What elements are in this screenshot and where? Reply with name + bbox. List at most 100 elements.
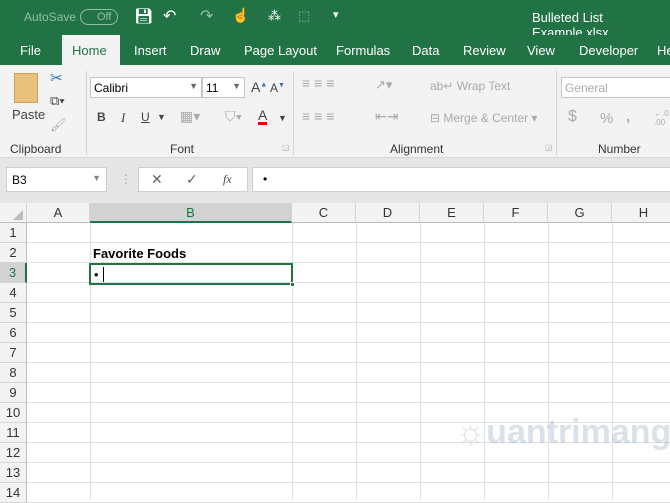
number-format-select[interactable]: General (561, 77, 670, 98)
redo-icon[interactable]: ↷ (200, 6, 213, 26)
fill-color-icon[interactable]: ⛉▾ (225, 108, 242, 125)
clipboard-group-label: Clipboard (10, 142, 61, 156)
row-header-11[interactable]: 11 (0, 423, 27, 443)
row-header-2[interactable]: 2 (0, 243, 27, 263)
name-box[interactable]: B3▼ (6, 167, 107, 192)
indent-icons[interactable]: ⇤⇥ (375, 108, 398, 125)
cancel-icon[interactable]: ✕ (151, 171, 163, 188)
row-header-7[interactable]: 7 (0, 343, 27, 363)
tab-view[interactable]: View (527, 43, 555, 58)
column-header-a[interactable]: A (27, 203, 90, 223)
tab-page-layout[interactable]: Page Layout (244, 43, 317, 58)
hierarchy-icon[interactable]: ⁂ (268, 8, 281, 24)
save-icon[interactable]: 💾︎ (134, 7, 153, 25)
insert-function-button[interactable]: fx (223, 172, 232, 187)
row-header-4[interactable]: 4 (0, 283, 27, 303)
font-name-value: Calibri (94, 81, 128, 95)
ribbon-tabs: File Home Insert Draw Page Layout Formul… (0, 35, 670, 65)
font-group-label: Font (170, 142, 194, 156)
active-cell-b3[interactable]: • (89, 263, 293, 285)
row-header-6[interactable]: 6 (0, 323, 27, 343)
column-header-b[interactable]: B (90, 203, 292, 223)
comma-button[interactable]: , (626, 108, 630, 125)
increase-decimal-icon[interactable]: ←.0.00 (654, 109, 669, 127)
enter-icon[interactable]: ✓ (186, 171, 198, 188)
cut-icon[interactable]: ✂ (50, 69, 63, 87)
watermark: ☼uantrimang (455, 413, 670, 452)
font-color-icon[interactable]: A (258, 108, 267, 125)
tab-formulas[interactable]: Formulas (336, 43, 390, 58)
font-size-select[interactable]: 11▼ (202, 77, 245, 98)
row-header-9[interactable]: 9 (0, 383, 27, 403)
formula-input[interactable]: • (252, 167, 670, 192)
number-group-label: Number (598, 142, 641, 156)
increase-font-icon[interactable]: A▲ (251, 79, 267, 95)
select-all-button[interactable] (0, 203, 27, 223)
tab-draw[interactable]: Draw (190, 43, 220, 58)
currency-button[interactable]: $ (568, 108, 577, 126)
italic-button[interactable]: I (121, 110, 125, 126)
tab-file[interactable]: File (20, 43, 41, 58)
row-header-14[interactable]: 14 (0, 483, 27, 503)
autosave-toggle[interactable]: Off (80, 9, 118, 25)
cell-b2[interactable]: Favorite Foods (93, 246, 186, 261)
row-header-8[interactable]: 8 (0, 363, 27, 383)
underline-button[interactable]: U (141, 110, 150, 124)
row-header-12[interactable]: 12 (0, 443, 27, 463)
tab-insert[interactable]: Insert (134, 43, 167, 58)
row-header-3[interactable]: 3 (0, 263, 27, 283)
tab-home[interactable]: Home (62, 35, 120, 65)
column-header-c[interactable]: C (292, 203, 356, 223)
horizontal-align-icons[interactable]: ≡≡≡ (302, 108, 339, 124)
bold-button[interactable]: B (97, 110, 106, 124)
column-header-e[interactable]: E (420, 203, 484, 223)
row-header-5[interactable]: 5 (0, 303, 27, 323)
touch-mode-icon[interactable]: ☝ (232, 7, 249, 24)
paste-icon[interactable] (14, 73, 38, 103)
ribbon: Paste ✂ ⧉▾ 🖌︎ Clipboard Calibri▼ 11▼ A▲ … (0, 65, 670, 158)
formula-bar-grip: ⋮ (120, 172, 132, 186)
borders-icon[interactable]: ▦▾ (180, 108, 200, 125)
copy-icon[interactable]: ⧉▾ (50, 93, 65, 109)
orientation-icon[interactable]: ↗▾ (375, 77, 392, 93)
tab-review[interactable]: Review (463, 43, 506, 58)
wrap-text-button[interactable]: ab↵ Wrap Text (430, 79, 510, 93)
row-gridline (27, 362, 670, 363)
vertical-align-icons[interactable]: ≡≡≡ (302, 75, 339, 91)
font-dialog-launcher-icon[interactable]: ◲ (282, 143, 290, 152)
merge-center-button[interactable]: ⊟ Merge & Center ▾ (430, 111, 537, 125)
column-header-d[interactable]: D (356, 203, 420, 223)
row-gridline (27, 382, 670, 383)
formula-bar: B3▼ ⋮ ✕ ✓ fx • (0, 158, 670, 203)
format-painter-icon[interactable]: 🖌︎ (50, 117, 67, 133)
underline-dropdown-icon[interactable]: ▼ (157, 112, 166, 122)
font-color-dropdown-icon[interactable]: ▼ (278, 113, 287, 123)
row-gridline (27, 462, 670, 463)
fill-handle[interactable] (290, 282, 295, 287)
row-header-1[interactable]: 1 (0, 223, 27, 243)
shape-icon[interactable]: ⬚ (298, 8, 310, 24)
column-header-f[interactable]: F (484, 203, 548, 223)
row-gridline (27, 402, 670, 403)
percent-button[interactable]: % (600, 110, 613, 127)
merge-center-label: Merge & Center (443, 111, 528, 125)
spreadsheet-grid: A B C D E F G H 1234567891011121314 Favo… (0, 203, 670, 500)
font-name-select[interactable]: Calibri▼ (90, 77, 202, 98)
row-gridline (27, 242, 670, 243)
column-header-h[interactable]: H (612, 203, 670, 223)
row-gridline (27, 322, 670, 323)
row-gridline (27, 342, 670, 343)
wrap-text-label: Wrap Text (457, 79, 511, 93)
row-header-10[interactable]: 10 (0, 403, 27, 423)
paste-button[interactable]: Paste (12, 107, 45, 122)
row-header-13[interactable]: 13 (0, 463, 27, 483)
autosave-label: AutoSave (24, 10, 76, 24)
alignment-dialog-launcher-icon[interactable]: ◲ (545, 143, 553, 152)
undo-icon[interactable]: ↶ (163, 6, 176, 26)
tab-help[interactable]: He (657, 43, 670, 58)
tab-data[interactable]: Data (412, 43, 439, 58)
tab-developer[interactable]: Developer (579, 43, 638, 58)
column-header-g[interactable]: G (548, 203, 612, 223)
decrease-font-icon[interactable]: A▼ (270, 81, 285, 95)
customize-qat-icon[interactable]: ▾ (333, 8, 339, 21)
